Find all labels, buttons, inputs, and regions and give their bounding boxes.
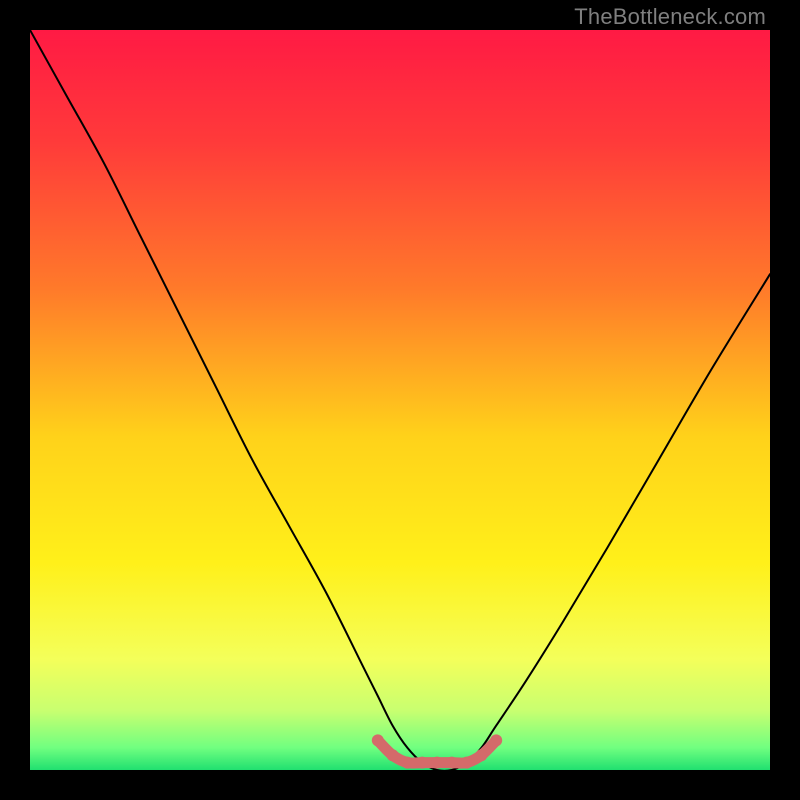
watermark-text: TheBottleneck.com xyxy=(574,4,766,30)
plot-area xyxy=(30,30,770,770)
chart-frame: TheBottleneck.com xyxy=(0,0,800,800)
flat-region-dots xyxy=(372,734,502,768)
bottleneck-curve xyxy=(30,30,770,770)
curve-layer xyxy=(30,30,770,770)
